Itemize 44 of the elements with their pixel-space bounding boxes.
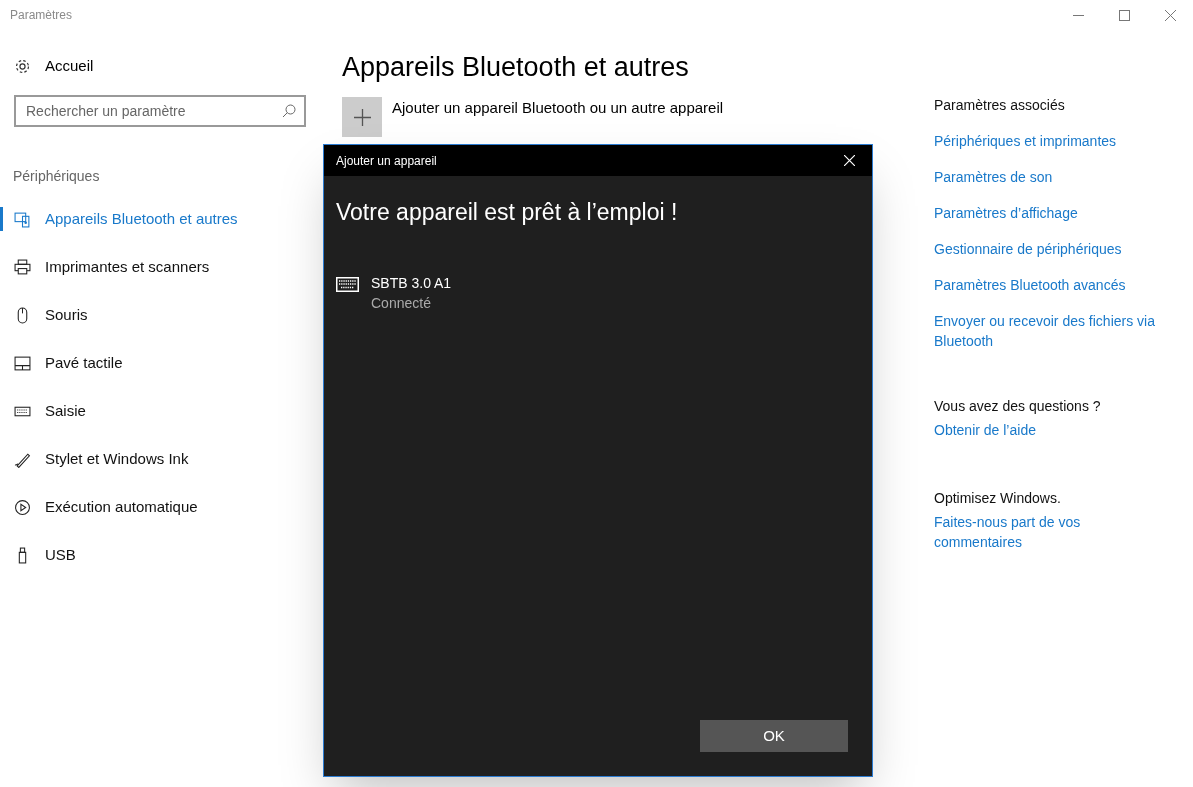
sidebar-item[interactable]: Exécution automatique [0,483,320,531]
sidebar-item[interactable]: USB [0,531,320,579]
dialog-title: Ajouter un appareil [335,152,437,170]
section-heading: Optimisez Windows. [934,489,1062,508]
sidebar-item[interactable]: Saisie [0,387,320,435]
printer-icon [14,258,31,276]
sidebar-item[interactable]: Souris [0,291,320,339]
add-device-link[interactable]: Ajouter un appareil Bluetooth ou un autre appareil [392,98,724,118]
sidebar-item[interactable]: Pavé tactile [0,339,320,387]
ok-button[interactable]: OK [700,720,848,752]
section-heading: Périphériques [12,167,101,186]
settings-link[interactable]: Faites-nous part de vos commentaires [934,512,1169,552]
search-field[interactable]: Rechercher un paramètre [14,95,306,127]
touchpad-icon [14,354,31,372]
sidebar-item[interactable]: Imprimantes et scanners [0,243,320,291]
selection-indicator [0,207,3,231]
settings-link[interactable]: Paramètres de son [934,167,1169,187]
settings-link[interactable]: Envoyer ou recevoir des fichiers via Bluetooth [934,311,1169,351]
device-status: Connecté [371,293,432,313]
device-name: SBTB 3.0 A1 [371,273,452,293]
section-heading: Vous avez des questions ? [934,397,1102,416]
devices-icon [14,210,31,228]
section-heading: Paramètres associés [934,96,1066,115]
close-icon [843,155,855,166]
settings-link[interactable]: Paramètres d’affichage [934,203,1169,223]
maximize-icon [1118,9,1130,21]
settings-link[interactable]: Paramètres Bluetooth avancés [934,275,1169,295]
settings-link[interactable]: Gestionnaire de périphériques [934,239,1169,259]
keyboard-icon [336,276,359,292]
add-device-tile[interactable] [342,97,382,137]
dialog-heading: Votre appareil est prêt à l’emploi ! [335,198,679,227]
settings-link[interactable]: Obtenir de l’aide [934,420,1169,440]
settings-link[interactable]: Périphériques et imprimantes [934,131,1169,151]
sidebar-item[interactable]: Appareils Bluetooth et autres [0,195,320,243]
minimize-icon [1072,14,1084,16]
search-icon [282,104,296,118]
window-title: Paramètres [9,7,73,24]
sidebar-item[interactable]: Stylet et Windows Ink [0,435,320,483]
autoplay-icon [14,498,31,516]
home-item[interactable]: Accueil [0,48,320,84]
page-title: Appareils Bluetooth et autres [342,51,690,84]
close-icon [1164,9,1176,21]
plus-icon [353,108,371,126]
gear-icon [14,57,31,75]
